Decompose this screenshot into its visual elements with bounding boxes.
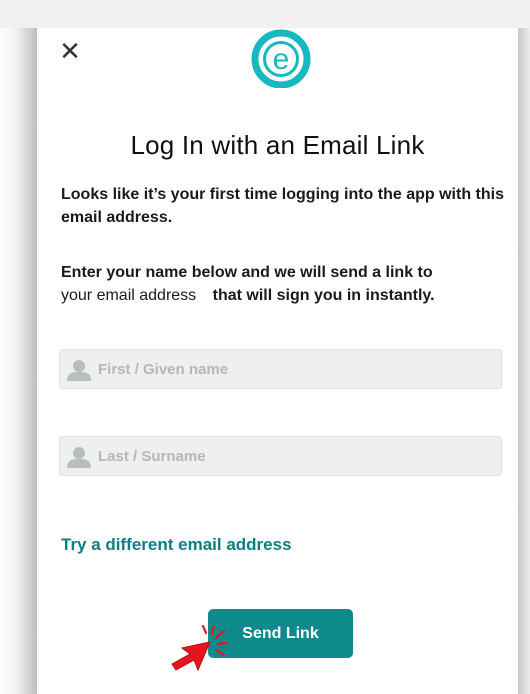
user-icon <box>67 447 91 468</box>
page-title: Log In with an Email Link <box>130 130 425 160</box>
first-name-input[interactable] <box>98 350 493 388</box>
instruction-text: Enter your name below and we will send a… <box>61 261 511 307</box>
last-name-field[interactable] <box>59 436 502 476</box>
close-icon[interactable]: ✕ <box>59 37 81 65</box>
left-gutter <box>0 28 37 694</box>
last-name-input[interactable] <box>98 437 493 475</box>
email-placeholder-text: your email address <box>61 287 197 304</box>
first-name-field[interactable] <box>59 349 502 389</box>
intro-text: Looks like it’s your first time logging … <box>61 186 504 226</box>
top-band <box>0 0 530 28</box>
user-icon <box>67 360 91 381</box>
instruction-before: Enter your name below and we will send a… <box>61 264 433 281</box>
app-logo: e <box>251 29 311 88</box>
logo-letter: e <box>273 43 290 76</box>
different-email-link[interactable]: Try a different email address <box>61 535 292 555</box>
right-gutter <box>518 28 530 694</box>
instruction-after: that will sign you in instantly. <box>212 287 435 304</box>
click-pointer-icon <box>171 624 229 672</box>
